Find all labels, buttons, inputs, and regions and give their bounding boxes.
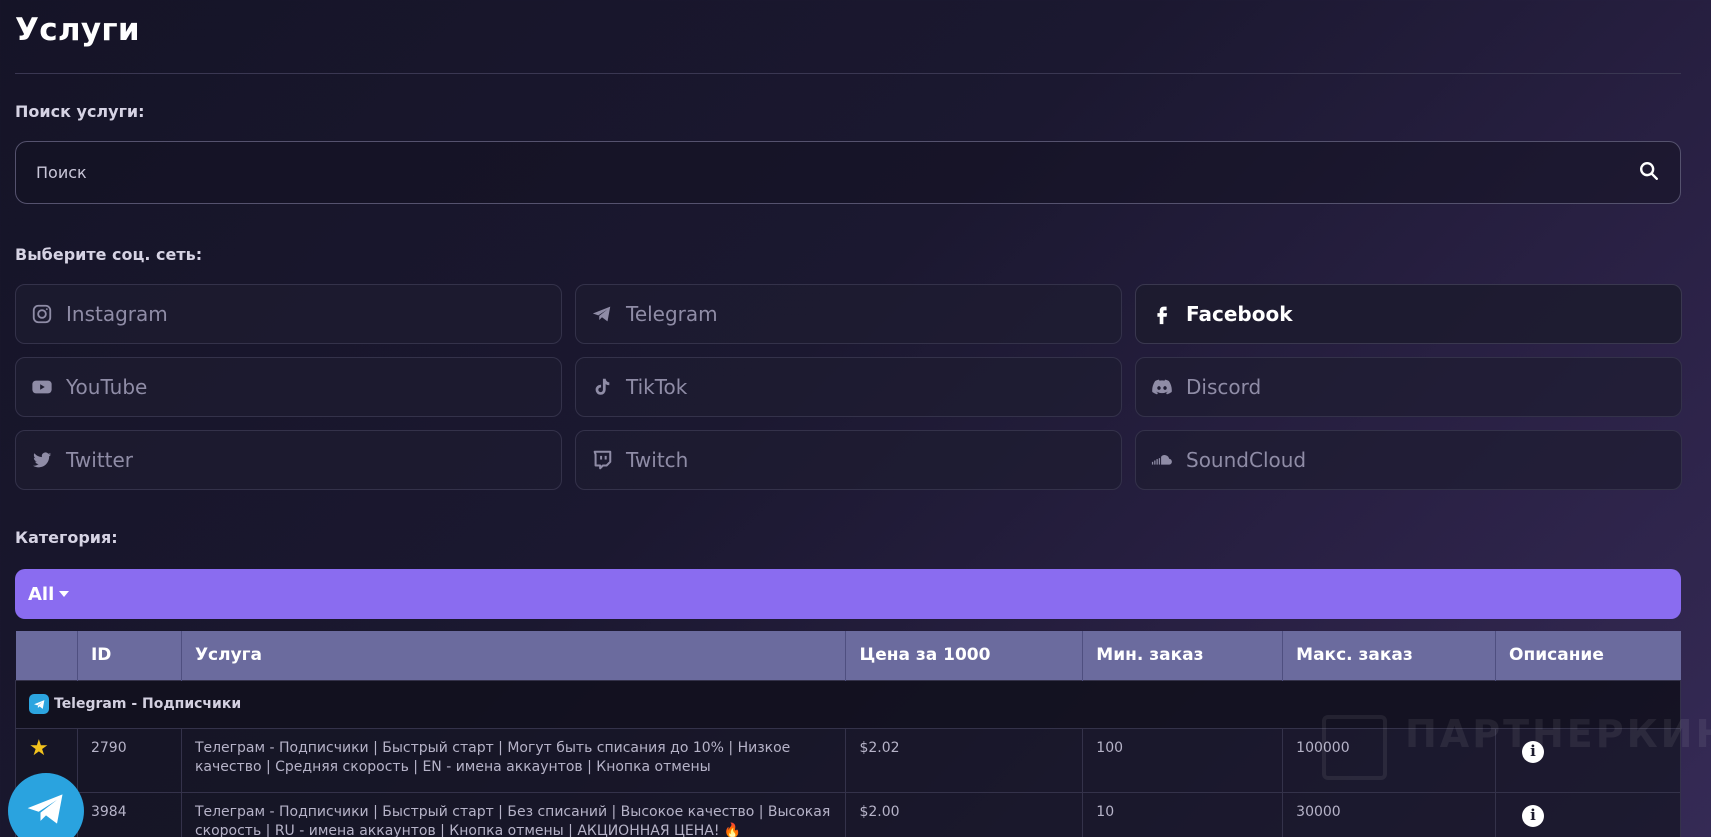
table-row[interactable]: ★ 2790 Телеграм - Подписчики | Быстрый с… — [15, 727, 1681, 793]
table-row[interactable]: 3984 Телеграм - Подписчики | Быстрый ста… — [15, 791, 1681, 837]
tiktok-icon — [590, 375, 614, 399]
social-button-discord[interactable]: Discord — [1135, 357, 1682, 417]
discord-icon — [1150, 375, 1174, 399]
column-header-min-order[interactable]: Мин. заказ — [1082, 631, 1284, 680]
instagram-icon — [30, 302, 54, 326]
telegram-icon — [29, 694, 49, 714]
column-header-price[interactable]: Цена за 1000 — [845, 631, 1084, 680]
social-button-twitch[interactable]: Twitch — [575, 430, 1122, 490]
column-header-favorite — [15, 631, 78, 680]
social-label-facebook: Facebook — [1186, 302, 1293, 326]
social-button-soundcloud[interactable]: SoundCloud — [1135, 430, 1682, 490]
search-box — [15, 141, 1681, 204]
category-group-title: Telegram - Подписчики — [54, 696, 242, 712]
social-label-youtube: YouTube — [66, 375, 148, 399]
social-label-tiktok: TikTok — [626, 375, 688, 399]
social-label-soundcloud: SoundCloud — [1186, 448, 1307, 472]
social-label-telegram: Telegram — [626, 302, 718, 326]
social-button-tiktok[interactable]: TikTok — [575, 357, 1122, 417]
service-max: 30000 — [1282, 791, 1497, 837]
column-header-description: Описание — [1509, 645, 1604, 666]
search-label: Поиск услуги: — [15, 102, 145, 121]
search-icon[interactable] — [1638, 160, 1660, 186]
social-network-grid: Instagram Telegram Facebook YouTube TikT… — [15, 284, 1682, 490]
social-button-telegram[interactable]: Telegram — [575, 284, 1122, 344]
twitch-icon — [590, 448, 614, 472]
service-price: $2.02 — [845, 727, 1084, 793]
social-label: Выберите соц. сеть: — [15, 245, 203, 264]
youtube-icon — [30, 375, 54, 399]
telegram-icon — [24, 787, 68, 835]
category-group-row: Telegram - Подписчики — [15, 679, 1681, 729]
service-max: 100000 — [1282, 727, 1497, 793]
social-label-instagram: Instagram — [66, 302, 168, 326]
service-price: $2.00 — [845, 791, 1084, 837]
social-button-instagram[interactable]: Instagram — [15, 284, 562, 344]
column-header-id[interactable]: ID — [77, 631, 182, 680]
column-header-service[interactable]: Услуга — [181, 631, 847, 680]
service-id: 2790 — [76, 727, 182, 793]
category-label: Категория: — [15, 528, 118, 547]
watermark-logo — [1322, 715, 1387, 780]
info-icon[interactable]: i — [1522, 804, 1545, 827]
service-min: 100 — [1082, 727, 1284, 793]
soundcloud-icon — [1150, 448, 1174, 472]
services-table: ID Услуга Цена за 1000 Мин. заказ Макс. … — [15, 631, 1681, 837]
social-button-twitter[interactable]: Twitter — [15, 430, 562, 490]
search-input[interactable] — [36, 163, 1638, 182]
table-header-row: ID Услуга Цена за 1000 Мин. заказ Макс. … — [15, 631, 1681, 680]
category-selected-value: All — [28, 583, 55, 605]
category-dropdown[interactable]: All — [15, 569, 1681, 619]
telegram-icon — [590, 302, 614, 326]
service-name: Телеграм - Подписчики | Быстрый старт | … — [180, 791, 847, 837]
service-min: 10 — [1082, 791, 1284, 837]
service-name: Телеграм - Подписчики | Быстрый старт | … — [180, 727, 847, 793]
facebook-icon — [1150, 302, 1174, 326]
social-button-facebook[interactable]: Facebook — [1135, 284, 1682, 344]
caret-down-icon — [59, 591, 70, 597]
social-label-discord: Discord — [1186, 375, 1262, 399]
service-id: 3984 — [76, 791, 182, 837]
column-header-max-order[interactable]: Макс. заказ — [1282, 631, 1497, 680]
social-label-twitter: Twitter — [66, 448, 134, 472]
social-button-youtube[interactable]: YouTube — [15, 357, 562, 417]
page-title: Услуги — [15, 12, 140, 48]
info-icon[interactable]: i — [1522, 740, 1545, 763]
twitter-icon — [30, 448, 54, 472]
star-icon[interactable]: ★ — [29, 736, 49, 761]
social-label-twitch: Twitch — [626, 448, 689, 472]
divider — [15, 73, 1681, 74]
